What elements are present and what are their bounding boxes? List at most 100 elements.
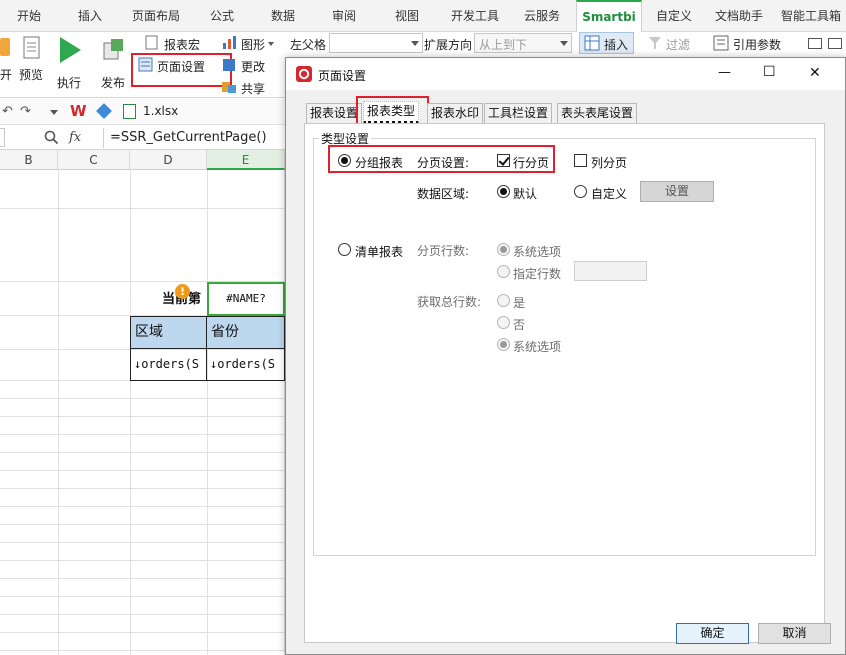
- redo-icon[interactable]: ↷: [20, 104, 31, 119]
- table-header-province[interactable]: 省份: [206, 316, 285, 349]
- tab-developer[interactable]: 开发工具: [442, 0, 508, 32]
- tab-report-settings[interactable]: 报表设置: [306, 103, 363, 123]
- page-rows-system-radio[interactable]: [497, 243, 510, 256]
- preview-icon[interactable]: [22, 36, 42, 60]
- cancel-button[interactable]: 取消: [758, 623, 831, 644]
- minimize-button[interactable]: —: [718, 65, 731, 80]
- change-button[interactable]: 更改: [241, 58, 265, 75]
- list-report-label[interactable]: 清单报表: [355, 243, 403, 260]
- name-box[interactable]: [0, 128, 5, 147]
- formula-input[interactable]: =SSR_GetCurrentPage(): [110, 130, 267, 145]
- graphics-button[interactable]: 图形: [241, 36, 265, 53]
- total-rows-no-label[interactable]: 否: [513, 316, 525, 333]
- grid-row-line: [0, 470, 300, 471]
- tab-report-watermark[interactable]: 报表水印: [427, 103, 484, 123]
- tab-cloud-service[interactable]: 云服务: [512, 0, 572, 32]
- filter-button[interactable]: 过滤: [666, 36, 690, 53]
- customize-dropdown-icon[interactable]: [50, 110, 58, 115]
- total-rows-no-radio[interactable]: [497, 316, 510, 329]
- tab-formulas[interactable]: 公式: [194, 0, 250, 32]
- page-rows-specified-radio[interactable]: [497, 265, 510, 278]
- chevron-down-icon[interactable]: [193, 292, 199, 296]
- total-rows-system-label[interactable]: 系统选项: [513, 338, 561, 355]
- tab-toolbar-settings[interactable]: 工具栏设置: [484, 103, 553, 123]
- dialog-title: 页面设置: [318, 69, 367, 83]
- tab-smartbi[interactable]: Smartbi: [576, 0, 642, 33]
- share-button[interactable]: 共享: [241, 80, 265, 97]
- grid-row-line: [0, 542, 300, 543]
- column-paging-checkbox[interactable]: [574, 154, 587, 167]
- maximize-button[interactable]: ☐: [763, 64, 776, 80]
- graphics-icon: [223, 36, 236, 49]
- tab-smart-toolbox[interactable]: 智能工具箱: [776, 0, 846, 32]
- table-header-region[interactable]: 区域: [130, 316, 207, 349]
- grid-col-line: [130, 170, 131, 655]
- expand-direction-select[interactable]: 从上到下: [474, 33, 572, 53]
- execute-play-icon[interactable]: [57, 35, 83, 65]
- cube-icon[interactable]: [96, 103, 112, 119]
- close-button[interactable]: ✕: [809, 65, 821, 81]
- grid-col-line: [207, 170, 208, 655]
- tab-custom[interactable]: 自定义: [646, 0, 702, 32]
- column-header-c[interactable]: C: [58, 150, 130, 170]
- undo-icon[interactable]: ↶: [2, 104, 13, 119]
- page-rows-specified-label[interactable]: 指定行数: [513, 265, 561, 282]
- group-report-radio[interactable]: [338, 154, 351, 167]
- spreadsheet-grid[interactable]: 当前第 ! #NAME? 区域 省份 ↓orders(S ↓orders(S: [0, 170, 300, 655]
- dialog-title-bar[interactable]: 页面设置 — ☐ ✕: [286, 58, 845, 90]
- total-rows-yes-radio[interactable]: [497, 294, 510, 307]
- window-layout-icon[interactable]: [808, 38, 822, 49]
- tab-page-layout[interactable]: 页面布局: [122, 0, 190, 32]
- ref-param-button[interactable]: 引用参数: [733, 36, 781, 53]
- column-paging-label[interactable]: 列分页: [591, 154, 627, 171]
- list-report-radio[interactable]: [338, 243, 351, 256]
- data-area-default-label[interactable]: 默认: [513, 185, 537, 202]
- insert-button[interactable]: 插入: [604, 36, 628, 53]
- tab-insert[interactable]: 插入: [62, 0, 118, 32]
- window-layout-icon-2[interactable]: [828, 38, 842, 49]
- data-area-custom-label[interactable]: 自定义: [591, 185, 627, 202]
- column-header-b[interactable]: B: [0, 150, 58, 170]
- data-area-settings-button[interactable]: 设置: [640, 181, 714, 202]
- wps-logo-icon: W: [70, 102, 87, 120]
- grid-row-line: [0, 488, 300, 489]
- execute-label[interactable]: 执行: [57, 74, 81, 91]
- table-cell-province[interactable]: ↓orders(S: [206, 348, 285, 381]
- tab-doc-assistant[interactable]: 文档助手: [706, 0, 772, 32]
- tab-view[interactable]: 视图: [376, 0, 438, 32]
- fx-icon[interactable]: fx: [69, 130, 81, 145]
- group-report-label[interactable]: 分组报表: [355, 154, 403, 171]
- file-name[interactable]: 1.xlsx: [143, 104, 178, 118]
- tab-home[interactable]: 开始: [0, 0, 58, 32]
- publish-icon[interactable]: [101, 38, 125, 64]
- publish-label[interactable]: 发布: [101, 74, 125, 91]
- type-settings-groupbox: [313, 138, 816, 556]
- warning-icon[interactable]: !: [175, 284, 190, 299]
- left-parent-label: 左父格: [290, 38, 327, 52]
- row-paging-checkbox[interactable]: [497, 154, 510, 167]
- table-cell-region[interactable]: ↓orders(S: [130, 348, 207, 381]
- total-rows-yes-label[interactable]: 是: [513, 294, 525, 311]
- page-rows-system-label[interactable]: 系统选项: [513, 243, 561, 260]
- column-header-e[interactable]: E: [207, 150, 285, 170]
- total-rows-system-radio[interactable]: [497, 338, 510, 351]
- tab-data[interactable]: 数据: [254, 0, 312, 32]
- row-paging-label[interactable]: 行分页: [513, 154, 549, 171]
- open-label[interactable]: 开: [0, 66, 12, 83]
- specified-rows-input[interactable]: [574, 261, 647, 281]
- search-icon[interactable]: [44, 130, 59, 145]
- page-setup-button[interactable]: 页面设置: [157, 58, 205, 75]
- ok-button[interactable]: 确定: [676, 623, 749, 644]
- smartbi-logo-icon: [296, 66, 312, 82]
- report-macro-button[interactable]: 报表宏: [164, 36, 200, 53]
- tab-report-type[interactable]: 报表类型: [363, 101, 420, 124]
- tab-review[interactable]: 审阅: [316, 0, 372, 32]
- column-header-d[interactable]: D: [130, 150, 207, 170]
- preview-label[interactable]: 预览: [19, 66, 43, 83]
- tab-header-footer-settings[interactable]: 表头表尾设置: [557, 103, 638, 123]
- data-area-default-radio[interactable]: [497, 185, 510, 198]
- graphics-dropdown-icon[interactable]: [268, 42, 274, 46]
- data-area-custom-radio[interactable]: [574, 185, 587, 198]
- name-error-cell[interactable]: #NAME?: [207, 282, 285, 316]
- left-parent-select[interactable]: [329, 33, 423, 53]
